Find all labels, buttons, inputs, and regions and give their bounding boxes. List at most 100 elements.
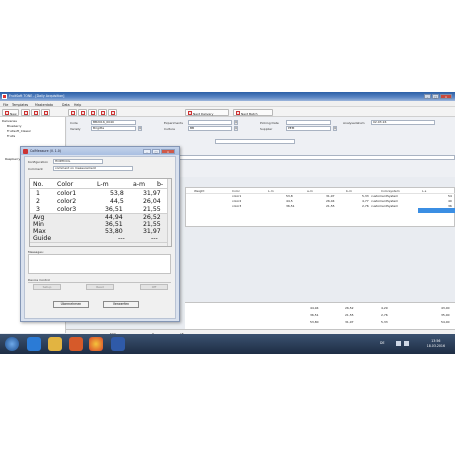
table-row[interactable]: color3 bbox=[232, 204, 241, 208]
copy-button[interactable] bbox=[31, 108, 40, 116]
discard-button[interactable]: Verwerfen bbox=[103, 301, 139, 308]
next-delivery-button[interactable]: Next Delivery bbox=[185, 108, 229, 116]
internet-explorer-icon[interactable] bbox=[27, 337, 41, 351]
form-button-1[interactable] bbox=[68, 108, 77, 116]
table-cell[interactable]: 26,04 bbox=[326, 199, 335, 203]
close-button[interactable]: × bbox=[440, 94, 452, 99]
culture-field[interactable]: BB bbox=[188, 126, 232, 131]
form-button-4[interactable] bbox=[98, 108, 107, 116]
file-explorer-icon[interactable] bbox=[48, 337, 62, 351]
comment-field[interactable]: comment on measurement bbox=[53, 166, 133, 171]
network-icon[interactable] bbox=[396, 341, 401, 346]
summary-value: 36,51 bbox=[105, 221, 123, 228]
culture-dropdown[interactable]: ▾ bbox=[234, 126, 238, 131]
read-button[interactable]: Read bbox=[86, 284, 114, 290]
delete-button[interactable] bbox=[41, 108, 50, 116]
experiments-field[interactable] bbox=[188, 120, 232, 125]
new-button-label: New bbox=[10, 111, 17, 116]
minimize-button[interactable]: – bbox=[424, 94, 431, 99]
form-button-3[interactable] bbox=[88, 108, 97, 116]
menu-file[interactable]: File bbox=[3, 103, 8, 107]
table-cell[interactable]: 21,55 bbox=[326, 204, 335, 208]
app-icon bbox=[2, 94, 7, 99]
table-cell[interactable]: 54 bbox=[448, 194, 452, 198]
language-indicator[interactable]: DE bbox=[380, 341, 384, 345]
col-header-b-m[interactable]: b- bbox=[157, 181, 163, 188]
summary-cell: 31,97 bbox=[345, 320, 354, 324]
supplier-field[interactable]: PEM bbox=[286, 126, 331, 131]
selected-cell[interactable] bbox=[418, 208, 455, 213]
messages-box[interactable] bbox=[28, 254, 171, 274]
picking-date-field[interactable] bbox=[286, 120, 331, 125]
col-header-color[interactable]: Color bbox=[57, 181, 73, 188]
summary-value: 53,80 bbox=[105, 228, 123, 235]
next-batch-button[interactable]: Next Batch bbox=[233, 108, 273, 116]
experiments-dropdown[interactable]: ▾ bbox=[234, 120, 238, 125]
save-button[interactable] bbox=[21, 108, 30, 116]
dialog-title-bar[interactable]: ColMeasure (V. 1.0) – □ × bbox=[21, 147, 179, 155]
dialog-close-button[interactable]: × bbox=[161, 148, 175, 154]
table-cell[interactable]: 44,5 bbox=[286, 199, 293, 203]
table-cell[interactable]: 53,8 bbox=[286, 194, 293, 198]
new-button[interactable]: New bbox=[2, 108, 19, 116]
trash-icon bbox=[90, 111, 95, 115]
table-cell[interactable]: 2,76 bbox=[362, 204, 369, 208]
clock[interactable]: 13:56 18.03.2016 bbox=[427, 339, 445, 348]
table-icon bbox=[110, 111, 115, 115]
col-header-a-m[interactable]: a-m bbox=[133, 181, 145, 188]
setup-button[interactable]: Setup bbox=[33, 284, 61, 290]
summary-cell: 26,52 bbox=[345, 306, 354, 310]
menu-help[interactable]: Help bbox=[74, 103, 81, 107]
accept-button[interactable]: Übernehmen bbox=[53, 301, 89, 308]
table-cell[interactable]: 36 bbox=[448, 204, 452, 208]
tree-item-raspberry[interactable]: Raspberry bbox=[5, 157, 20, 161]
table-row[interactable]: 3 color3 36,51 21,55 bbox=[30, 205, 171, 213]
table-row[interactable]: 1 color1 53,8 31,97 bbox=[30, 189, 171, 197]
vertical-scrollbar[interactable] bbox=[167, 179, 171, 246]
analysis-date-field[interactable]: 02.03.16 bbox=[371, 120, 435, 125]
notes-field[interactable] bbox=[215, 139, 295, 144]
firefox-icon[interactable] bbox=[89, 337, 103, 351]
start-button-icon[interactable] bbox=[5, 337, 19, 351]
tree-item-deliveries[interactable]: Deliveries bbox=[2, 119, 17, 123]
table-cell[interactable]: 4,77 bbox=[362, 199, 369, 203]
summary-label: Guide bbox=[33, 235, 52, 242]
dialog-minimize-button[interactable]: – bbox=[143, 148, 151, 154]
word-icon[interactable] bbox=[111, 337, 125, 351]
tree-item-blueberry[interactable]: Blueberry bbox=[7, 124, 22, 128]
table-cell[interactable]: customerdSystem bbox=[371, 194, 398, 198]
col-header-l-m[interactable]: L-m bbox=[97, 181, 109, 188]
table-cell[interactable]: 5,33 bbox=[362, 194, 369, 198]
code-field[interactable]: BB2016_0040 bbox=[91, 120, 136, 125]
off-button[interactable]: Off bbox=[140, 284, 168, 290]
table-cell[interactable]: 40 bbox=[448, 199, 452, 203]
culture-label: Culture bbox=[164, 127, 175, 131]
horizontal-scrollbar[interactable] bbox=[30, 242, 167, 246]
table-row[interactable]: color1 bbox=[232, 194, 241, 198]
variety-dropdown[interactable]: ▾ bbox=[138, 126, 142, 131]
table-cell[interactable]: customerdSystem bbox=[371, 204, 398, 208]
tree-item-fruits[interactable]: Fruits bbox=[7, 134, 15, 138]
supplier-dropdown[interactable]: ▾ bbox=[333, 126, 337, 131]
table-cell[interactable]: 31,97 bbox=[326, 194, 335, 198]
table-row[interactable]: color2 bbox=[232, 199, 241, 203]
maximize-button[interactable]: □ bbox=[432, 94, 439, 99]
tree-item-fruitsoft-classic[interactable]: Fruitsoft_Classic bbox=[7, 129, 31, 133]
col-header-no[interactable]: No. bbox=[33, 181, 43, 188]
table-cell[interactable]: 36,51 bbox=[286, 204, 295, 208]
form-button-5[interactable] bbox=[108, 108, 117, 116]
variety-field[interactable]: Brigitta bbox=[91, 126, 136, 131]
table-cell[interactable]: customerdSystem bbox=[371, 199, 398, 203]
volume-icon[interactable] bbox=[404, 341, 409, 346]
dialog-maximize-button[interactable]: □ bbox=[152, 148, 160, 154]
config-field[interactable]: HORTICOL bbox=[53, 159, 103, 164]
description-field[interactable] bbox=[177, 155, 455, 160]
table-row[interactable]: 2 color2 44,5 26,04 bbox=[30, 197, 171, 205]
menu-templates[interactable]: Templates bbox=[12, 103, 28, 107]
menu-data[interactable]: Data bbox=[62, 103, 70, 107]
summary-row-guide: Guide --- --- bbox=[30, 235, 171, 242]
summary-value: 21,55 bbox=[143, 221, 161, 228]
form-button-2[interactable] bbox=[78, 108, 87, 116]
media-player-icon[interactable] bbox=[69, 337, 83, 351]
menu-masterdata[interactable]: Masterdata bbox=[35, 103, 53, 107]
